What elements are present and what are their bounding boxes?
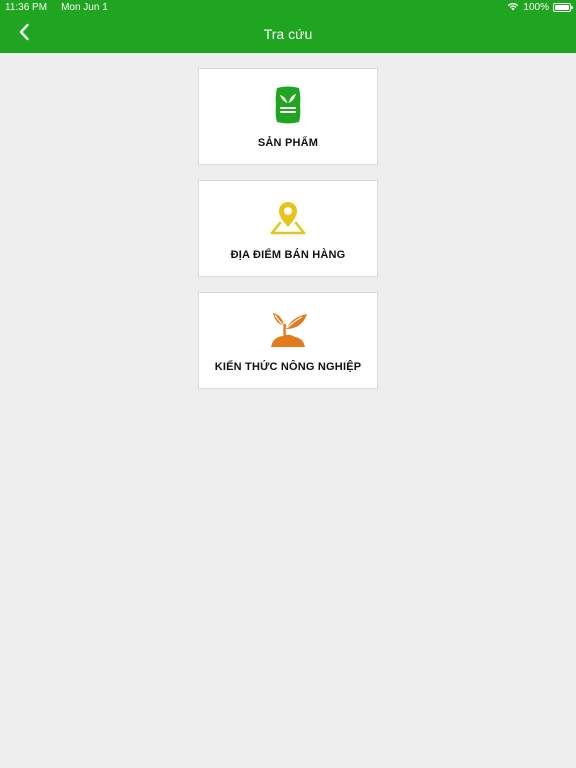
battery-icon	[553, 3, 573, 12]
menu-card-store-locations[interactable]: ĐỊA ĐIỂM BÁN HÀNG	[198, 180, 378, 277]
menu-card-label: KIẾN THỨC NÔNG NGHIỆP	[214, 361, 362, 373]
status-date: Mon Jun 1	[61, 2, 108, 13]
menu-card-label: ĐỊA ĐIỂM BÁN HÀNG	[230, 249, 346, 261]
status-right: 100%	[507, 2, 573, 14]
menu-card-label: SẢN PHẨM	[257, 137, 319, 149]
battery-percent: 100%	[523, 2, 549, 13]
page-title: Tra cứu	[263, 26, 313, 42]
nav-bar: Tra cứu	[0, 15, 576, 53]
chevron-left-icon	[18, 23, 30, 46]
map-location-icon	[268, 197, 308, 237]
product-bag-icon	[273, 85, 303, 125]
back-button[interactable]	[12, 21, 36, 47]
wifi-icon	[507, 2, 519, 14]
menu-card-agri-knowledge[interactable]: KIẾN THỨC NÔNG NGHIỆP	[198, 292, 378, 389]
status-time: 11:36 PM	[5, 2, 48, 13]
plant-sprout-icon	[267, 309, 309, 349]
menu-card-products[interactable]: SẢN PHẨM	[198, 68, 378, 165]
status-bar: 11:36 PM Mon Jun 1 100%	[0, 0, 576, 15]
